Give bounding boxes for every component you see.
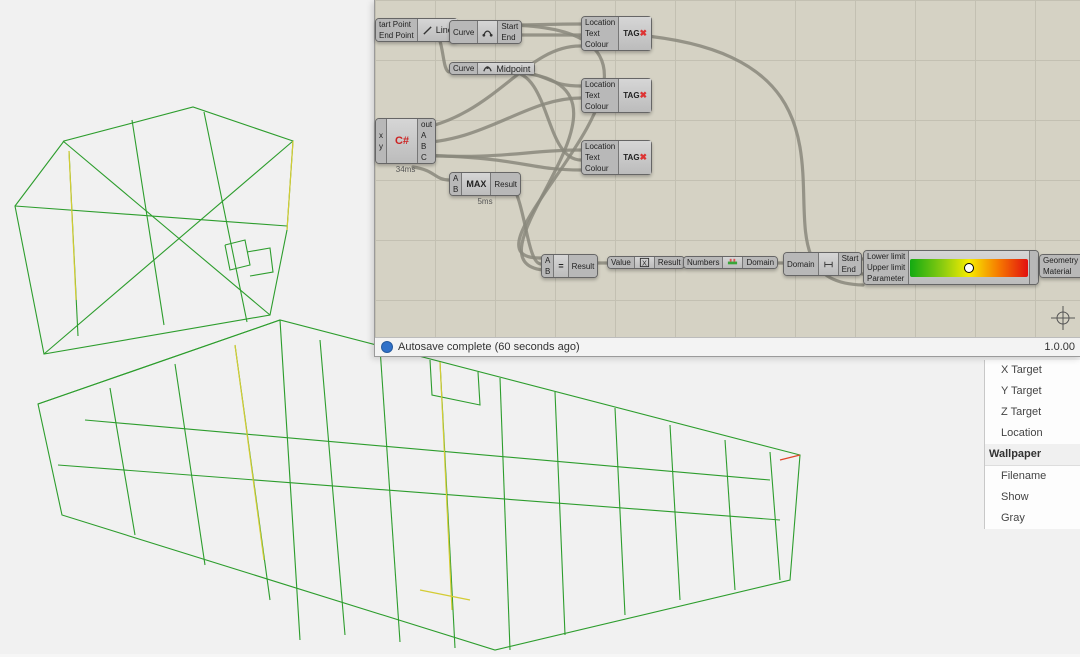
port-loc-1[interactable]: Location — [582, 17, 618, 28]
max-label: MAX — [466, 179, 486, 189]
port-pv-mat[interactable]: Material — [1040, 266, 1080, 277]
port-pv-geo[interactable]: Geometry — [1040, 255, 1080, 266]
port-vl-out[interactable]: Result — [655, 257, 684, 268]
equals-label: = — [558, 261, 563, 271]
prop-x-target[interactable]: X Target — [985, 360, 1080, 381]
component-midpoint[interactable]: Curve Midpoint — [449, 62, 535, 75]
properties-panel: X Target Y Target Z Target Location Wall… — [984, 360, 1080, 529]
gradient-grip[interactable] — [964, 263, 974, 273]
port-curve-mid[interactable]: Curve — [450, 63, 477, 74]
component-bounds[interactable]: Numbers Domain — [683, 256, 778, 269]
component-csharp[interactable]: x y C# out A B C 34ms — [375, 118, 436, 164]
prop-show[interactable]: Show — [985, 487, 1080, 508]
port-text-3[interactable]: Text — [582, 152, 618, 163]
prop-group-wallpaper[interactable]: Wallpaper — [985, 444, 1080, 466]
midpoint-icon — [482, 63, 493, 74]
gradient-bar[interactable] — [910, 259, 1028, 277]
grasshopper-window: tart Point End Point Line Curve Start En… — [374, 0, 1080, 357]
component-tag-1[interactable]: Location Text Colour TAG✖ — [581, 16, 652, 51]
port-dc-end[interactable]: End — [839, 264, 862, 275]
endpoints-icon — [482, 27, 493, 38]
canvas-compass-icon — [1049, 304, 1077, 332]
port-vl-in[interactable]: Value — [608, 257, 634, 268]
port-y[interactable]: y — [376, 141, 386, 152]
port-col-1[interactable]: Colour — [582, 39, 618, 50]
port-dc-start[interactable]: Start — [839, 253, 862, 264]
port-start-point[interactable]: tart Point — [376, 19, 417, 30]
component-equals[interactable]: A B = Result — [541, 254, 598, 278]
port-col-3[interactable]: Colour — [582, 163, 618, 174]
port-x[interactable]: x — [376, 130, 386, 141]
port-bnd-out[interactable]: Domain — [743, 257, 777, 268]
component-max[interactable]: A B MAX Result 5ms — [449, 172, 521, 196]
component-line[interactable]: tart Point End Point Line — [375, 18, 458, 42]
svg-text:X: X — [642, 258, 647, 267]
grasshopper-canvas[interactable]: tart Point End Point Line Curve Start En… — [375, 0, 1080, 356]
valuelist-icon: X — [639, 257, 650, 268]
port-bnd-in[interactable]: Numbers — [684, 257, 722, 268]
port-max-a[interactable]: A — [450, 173, 461, 184]
port-a[interactable]: A — [418, 130, 435, 141]
port-eq-a[interactable]: A — [542, 255, 553, 266]
grasshopper-statusbar: Autosave complete (60 seconds ago) 1.0.0… — [375, 337, 1080, 356]
line-icon — [422, 25, 433, 36]
port-col-2[interactable]: Colour — [582, 101, 618, 112]
port-start[interactable]: Start — [498, 21, 521, 32]
port-text-2[interactable]: Text — [582, 90, 618, 101]
component-gradient[interactable]: Lower limit Upper limit Parameter — [863, 250, 1039, 285]
status-text: Autosave complete (60 seconds ago) — [398, 341, 580, 353]
gh-version: 1.0.00 — [1044, 341, 1075, 353]
autosave-indicator-icon — [381, 341, 393, 353]
port-dc-in[interactable]: Domain — [784, 259, 818, 270]
port-c[interactable]: C — [418, 152, 435, 163]
port-b[interactable]: B — [418, 141, 435, 152]
prop-z-target[interactable]: Z Target — [985, 402, 1080, 423]
csharp-icon: C# — [395, 135, 409, 147]
prop-location[interactable]: Location — [985, 423, 1080, 444]
port-max-result[interactable]: Result — [491, 179, 520, 190]
tag-icon-1: TAG✖ — [623, 28, 647, 39]
midpoint-label: Midpoint — [496, 64, 530, 74]
component-tag-3[interactable]: Location Text Colour TAG✖ — [581, 140, 652, 175]
bounds-icon — [727, 257, 738, 268]
port-eq-b[interactable]: B — [542, 266, 553, 277]
component-endpoints[interactable]: Curve Start End — [449, 20, 522, 44]
port-gr-hi[interactable]: Upper limit — [864, 262, 908, 273]
component-preview[interactable]: Geometry Material — [1039, 254, 1080, 278]
port-loc-2[interactable]: Location — [582, 79, 618, 90]
port-loc-3[interactable]: Location — [582, 141, 618, 152]
port-gr-lo[interactable]: Lower limit — [864, 251, 908, 262]
component-decon-domain[interactable]: Domain Start End — [783, 252, 862, 276]
component-valuelist[interactable]: Value X Result — [607, 256, 685, 269]
prop-filename[interactable]: Filename — [985, 466, 1080, 487]
prop-gray[interactable]: Gray — [985, 508, 1080, 529]
tag-icon-2: TAG✖ — [623, 90, 647, 101]
port-gr-out[interactable] — [1030, 262, 1038, 273]
decon-icon — [823, 259, 834, 270]
port-end-point[interactable]: End Point — [376, 30, 417, 41]
port-curve[interactable]: Curve — [450, 27, 477, 38]
port-eq-res[interactable]: Result — [569, 261, 598, 272]
component-tag-2[interactable]: Location Text Colour TAG✖ — [581, 78, 652, 113]
port-gr-par[interactable]: Parameter — [864, 273, 908, 284]
max-timer: 5ms — [450, 197, 520, 206]
port-out[interactable]: out — [418, 119, 435, 130]
prop-y-target[interactable]: Y Target — [985, 381, 1080, 402]
port-end[interactable]: End — [498, 32, 521, 43]
tag-icon-3: TAG✖ — [623, 152, 647, 163]
port-text-1[interactable]: Text — [582, 28, 618, 39]
csharp-timer: 34ms — [376, 165, 435, 174]
port-max-b[interactable]: B — [450, 184, 461, 195]
